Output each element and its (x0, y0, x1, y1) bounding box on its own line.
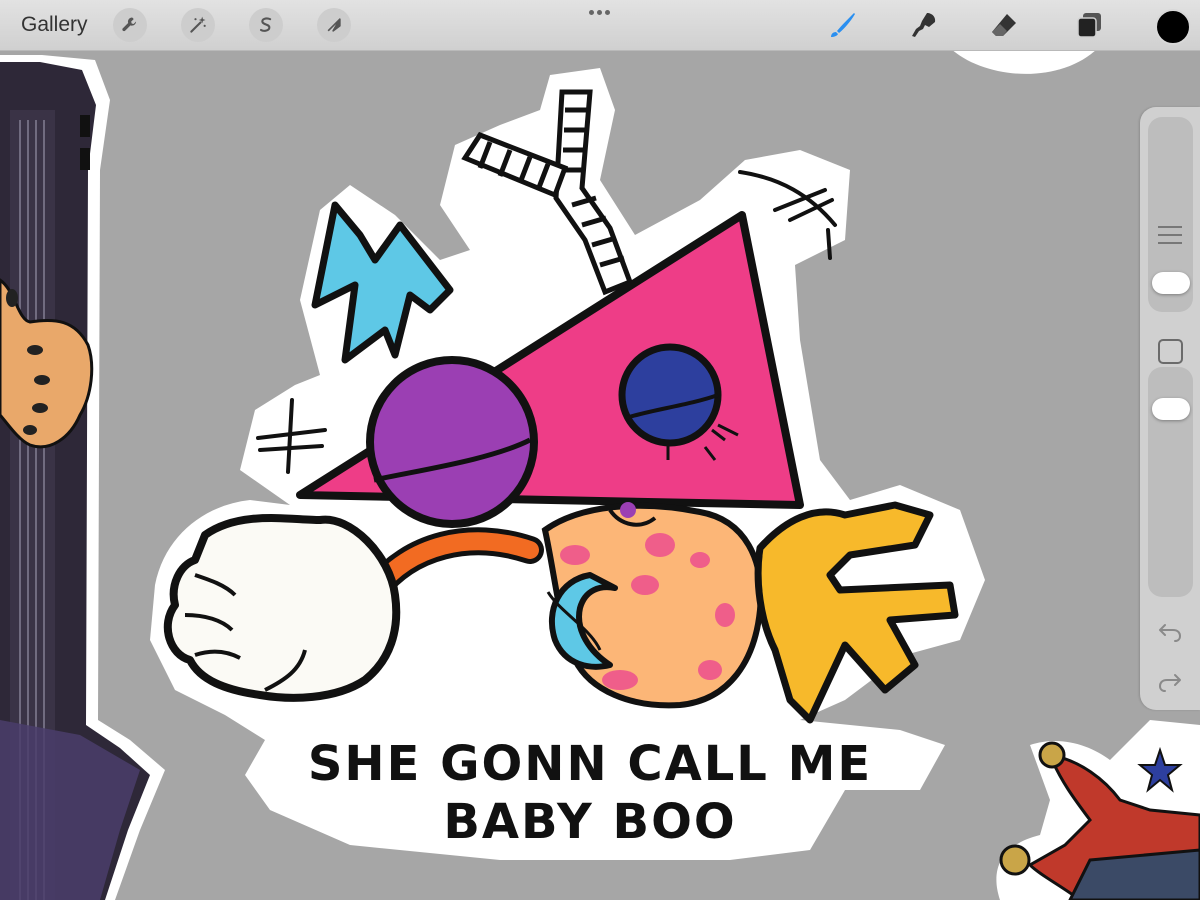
drawing-canvas[interactable]: SHE GONN CALL ME BABY BOO (0, 0, 1200, 900)
modify-button[interactable] (1158, 339, 1183, 364)
redo-icon (1159, 674, 1181, 692)
actions-button[interactable] (113, 8, 147, 42)
top-toolbar: Gallery (0, 0, 1200, 51)
magic-wand-icon (190, 16, 206, 33)
partial-sticker-top (950, 48, 1098, 74)
undo-icon (1159, 624, 1181, 642)
layers-button[interactable] (1071, 7, 1107, 43)
smudge-tool[interactable] (906, 7, 942, 43)
caption-line-2: BABY BOO (443, 794, 736, 850)
adjustments-button[interactable] (181, 8, 215, 42)
jester-sticker (996, 720, 1200, 900)
smudge-icon (912, 13, 936, 37)
eraser-tool[interactable] (986, 7, 1022, 43)
size-lines-icon (1158, 226, 1184, 252)
brush-tool[interactable] (824, 7, 860, 43)
transform-button[interactable] (317, 8, 351, 42)
opacity-knob[interactable] (1152, 398, 1190, 420)
brush-icon (831, 13, 855, 37)
transform-arrow-icon (327, 18, 341, 32)
brush-size-knob[interactable] (1152, 272, 1190, 294)
gallery-button[interactable]: Gallery (21, 13, 88, 37)
eraser-icon (992, 14, 1016, 36)
selection-s-icon (259, 17, 272, 32)
redo-button[interactable] (1156, 670, 1184, 694)
toolbar-grip[interactable] (589, 10, 615, 16)
wrench-icon (122, 17, 137, 32)
selection-button[interactable] (249, 8, 283, 42)
guitar-sticker (0, 55, 165, 900)
undo-button[interactable] (1156, 620, 1184, 644)
main-sticker: SHE GONN CALL ME BABY BOO (150, 68, 985, 860)
brush-size-slider[interactable] (1148, 117, 1193, 312)
color-swatch-button[interactable] (1155, 9, 1191, 45)
opacity-slider[interactable] (1148, 367, 1193, 597)
caption-line-1: SHE GONN CALL ME (308, 736, 872, 792)
layers-icon (1077, 13, 1101, 38)
